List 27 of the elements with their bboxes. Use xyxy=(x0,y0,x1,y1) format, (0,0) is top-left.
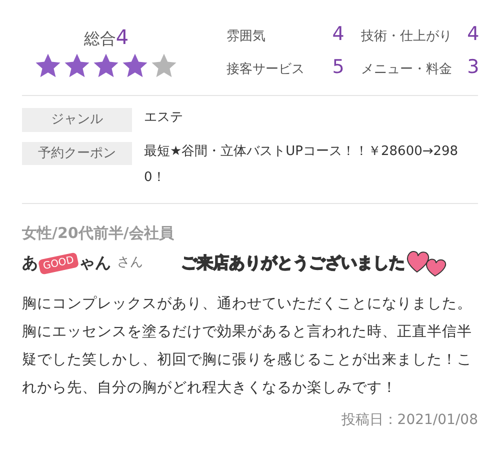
star-icon xyxy=(34,52,62,80)
detail-value: エステ xyxy=(144,109,183,127)
rating-score: 3 xyxy=(467,54,480,80)
rating-score: 5 xyxy=(332,54,344,80)
rating-label: 技術・仕上がり xyxy=(361,28,452,46)
detail-label: 予約クーポン xyxy=(22,142,132,165)
thanks-message: ご来店ありがとうございました xyxy=(181,252,406,274)
rating-score: 4 xyxy=(467,22,480,47)
detail-label: ジャンル xyxy=(22,108,132,132)
star-icon xyxy=(150,52,178,80)
honorific: さん xyxy=(117,254,144,272)
reviewer-name: あ xyxy=(22,252,38,274)
rating-label: 接客サービス xyxy=(226,60,304,78)
star-icon xyxy=(121,52,150,80)
post-date: 投稿日：2021/01/08 xyxy=(340,411,478,430)
star-icon xyxy=(63,52,92,80)
rating-label: メニュー・料金 xyxy=(361,60,452,78)
good-sticker: GOOD xyxy=(38,252,80,274)
reviewer-name: ゃん xyxy=(79,252,112,274)
detail-value: 最短★谷間・立体バストUPコース！！￥28600→2980！ xyxy=(144,142,460,186)
reviewer-profile: 女性/20代前半/会社員 xyxy=(22,222,175,244)
review-body: 胸にコンプレックスがあり、通わせていただくことになりました。胸にエッセンスを塗るだけで効果があると言われた時、正直半信半疑でした笑しかし、初回で胸に張りを感じることが出来ました！これから先、自分の胸がどれ程大きくなるか楽しみです！ xyxy=(22,294,473,398)
overall-score: 4 xyxy=(116,24,129,50)
star-icon xyxy=(92,52,120,80)
rating-label: 雰囲気 xyxy=(226,28,266,46)
overall-label: 総合 xyxy=(84,28,116,50)
rating-score: 4 xyxy=(332,22,344,47)
